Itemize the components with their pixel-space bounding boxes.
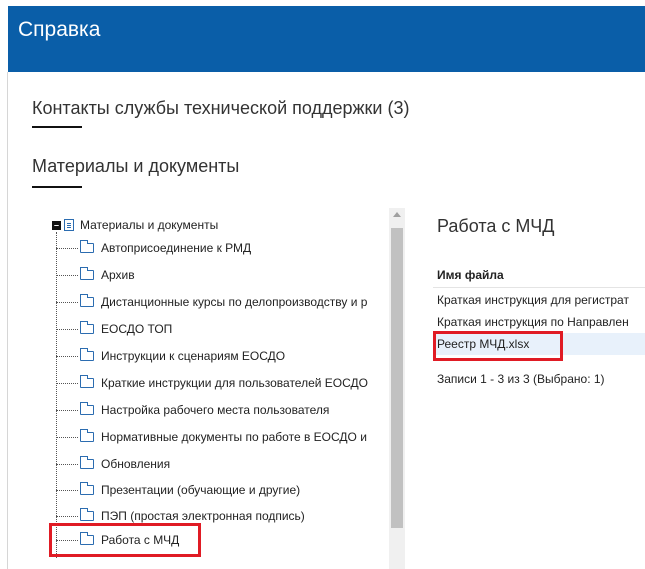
folder-icon	[80, 321, 94, 334]
section-materials-underline	[32, 186, 82, 188]
tree-item-label: Дистанционные курсы по делопроизводству …	[101, 295, 368, 309]
tree-scrollbar[interactable]	[389, 208, 405, 569]
tree-item-eosdo-top[interactable]: ЕОСДО ТОП	[56, 319, 172, 339]
folder-icon	[80, 402, 94, 415]
folder-icon	[80, 348, 94, 361]
folder-icon	[80, 267, 94, 280]
collapse-minus-icon[interactable]: –	[52, 220, 61, 230]
highlight-mchd-folder	[49, 523, 201, 557]
tree-item-updates[interactable]: Обновления	[56, 454, 170, 474]
column-header-filename[interactable]: Имя файла	[437, 268, 504, 282]
tree-item-label: Автоприсоединение к РМД	[101, 241, 252, 255]
tree-item-label: Инструкции к сценариям ЕОСДО	[101, 349, 286, 363]
folder-icon	[80, 456, 94, 469]
tree-item-distance-courses[interactable]: Дистанционные курсы по делопроизводству …	[56, 292, 367, 312]
document-icon	[64, 219, 74, 231]
tree-item-label: ПЭП (простая электронная подпись)	[101, 509, 305, 523]
tree-item-label: Нормативные документы по работе в ЕОСДО …	[101, 430, 367, 444]
section-contacts-title[interactable]: Контакты службы технической поддержки (3…	[32, 98, 410, 119]
tree-item-label: ЕОСДО ТОП	[101, 322, 173, 336]
right-panel-title: Работа с МЧД	[437, 216, 555, 236]
folder-icon	[80, 294, 94, 307]
tree-root[interactable]: – Материалы и документы	[52, 216, 218, 234]
tree-item-label: Краткие инструкции для пользователей ЕОС…	[101, 376, 368, 390]
scroll-up-icon[interactable]	[393, 212, 401, 217]
folder-icon	[80, 482, 94, 495]
tree-item-normative-docs[interactable]: Нормативные документы по работе в ЕОСДО …	[56, 427, 367, 447]
panel-border	[7, 72, 8, 569]
tree-item-workplace-setup[interactable]: Настройка рабочего места пользователя	[56, 400, 329, 420]
file-row[interactable]: Краткая инструкция для регистрат	[433, 289, 645, 311]
header-divider	[433, 287, 645, 288]
section-contacts-underline	[32, 126, 82, 128]
folder-icon	[80, 375, 94, 388]
folder-icon	[80, 429, 94, 442]
tree-item-scenario-instructions[interactable]: Инструкции к сценариям ЕОСДО	[56, 346, 285, 366]
tree-item-presentations[interactable]: Презентации (обучающие и другие)	[56, 480, 300, 500]
tree-item-label: Обновления	[101, 457, 171, 471]
scroll-thumb[interactable]	[391, 228, 403, 528]
tree-item-archive[interactable]: Архив	[56, 265, 135, 285]
app-title: Справка	[18, 18, 101, 41]
section-materials-title[interactable]: Материалы и документы	[32, 156, 239, 177]
highlight-registry-file	[433, 331, 563, 361]
tree-item-autojoin[interactable]: Автоприсоединение к РМД	[56, 238, 251, 258]
folder-icon	[80, 508, 94, 521]
folder-icon	[80, 240, 94, 253]
app-header: Справка	[8, 6, 645, 72]
tree-item-short-instructions[interactable]: Краткие инструкции для пользователей ЕОС…	[56, 373, 368, 393]
file-row[interactable]: Краткая инструкция по Направлен	[433, 311, 645, 333]
tree-item-label: Настройка рабочего места пользователя	[101, 403, 330, 417]
tree-item-label: Презентации (обучающие и другие)	[101, 483, 301, 497]
tree-item-label: Архив	[101, 268, 135, 282]
records-status: Записи 1 - 3 из 3 (Выбрано: 1)	[437, 372, 605, 386]
materials-tree: – Материалы и документы Автоприсоединени…	[52, 208, 404, 569]
tree-root-label: Материалы и документы	[80, 218, 219, 232]
